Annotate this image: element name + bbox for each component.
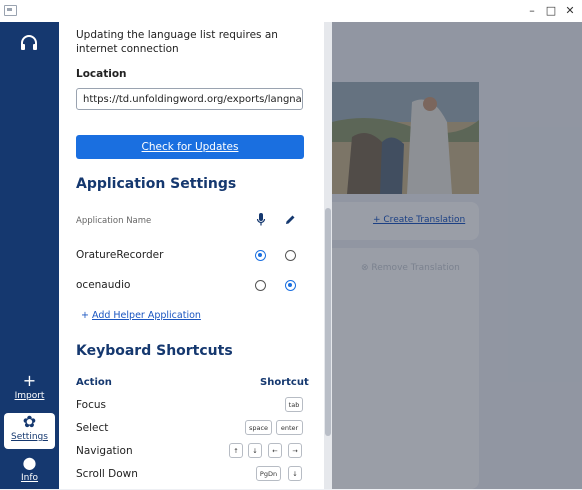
- check-updates-button[interactable]: Check for Updates: [76, 135, 304, 159]
- ocenaudio-record-radio[interactable]: [255, 280, 266, 291]
- orature-record-radio[interactable]: [255, 250, 266, 261]
- add-helper-label: Add Helper Application: [92, 310, 201, 321]
- microphone-icon: [256, 213, 266, 226]
- shortcut-row-navigation: Navigation: [76, 445, 133, 457]
- key-down-2: ↓: [288, 466, 302, 481]
- app-row-ocenaudio-label: ocenaudio: [76, 279, 131, 291]
- add-helper-plus-icon: +: [81, 310, 89, 321]
- plus-icon: +: [22, 371, 37, 390]
- location-input[interactable]: https://td.unfoldingword.org/exports/lan…: [76, 88, 303, 110]
- maximize-button[interactable]: □: [541, 2, 561, 20]
- key-down: ↓: [248, 443, 262, 458]
- gear-icon: ✿: [22, 412, 37, 431]
- keyboard-shortcuts-heading: Keyboard Shortcuts: [76, 343, 233, 359]
- scrollbar-thumb[interactable]: [325, 208, 331, 436]
- shortcut-row-select: Select: [76, 422, 109, 434]
- kb-shortcut-header: Shortcut: [260, 377, 309, 388]
- settings-label: Settings: [11, 432, 48, 442]
- info-button[interactable]: ● Info: [4, 454, 55, 490]
- settings-button[interactable]: ✿ Settings: [4, 413, 55, 449]
- import-button[interactable]: + Import: [4, 372, 55, 408]
- info-label: Info: [20, 473, 39, 483]
- key-up: ↑: [229, 443, 243, 458]
- shortcut-row-scroll-down: Scroll Down: [76, 468, 138, 480]
- key-right: →: [288, 443, 302, 458]
- settings-drawer: Updating the language list requires an i…: [59, 22, 324, 489]
- info-icon: ●: [22, 453, 37, 472]
- key-pgdn: PgDn: [256, 466, 281, 481]
- location-label: Location: [76, 68, 127, 80]
- key-enter: enter: [276, 420, 303, 435]
- ocenaudio-edit-radio[interactable]: [285, 280, 296, 291]
- sidebar: + Import ✿ Settings ● Info: [0, 22, 59, 489]
- window-titlebar: – □ ✕: [0, 0, 582, 23]
- import-label: Import: [14, 391, 45, 401]
- kb-action-header: Action: [76, 377, 112, 388]
- key-space: space: [245, 420, 272, 435]
- drawer-scrollbar[interactable]: [324, 22, 332, 489]
- app-row-orature-label: OratureRecorder: [76, 249, 164, 261]
- key-left: ←: [268, 443, 282, 458]
- app-window-icon: [4, 5, 17, 16]
- close-button[interactable]: ✕: [560, 2, 580, 20]
- pencil-icon: [286, 215, 295, 224]
- app-name-header: Application Name: [76, 216, 152, 226]
- shortcut-row-focus: Focus: [76, 399, 106, 411]
- update-note: Updating the language list requires an i…: [76, 29, 278, 55]
- add-helper-application-link[interactable]: + Add Helper Application: [81, 310, 201, 321]
- minimize-button[interactable]: –: [522, 2, 542, 20]
- orature-edit-radio[interactable]: [285, 250, 296, 261]
- headphones-icon: [21, 35, 37, 50]
- app-settings-heading: Application Settings: [76, 176, 237, 192]
- key-tab: tab: [285, 397, 303, 412]
